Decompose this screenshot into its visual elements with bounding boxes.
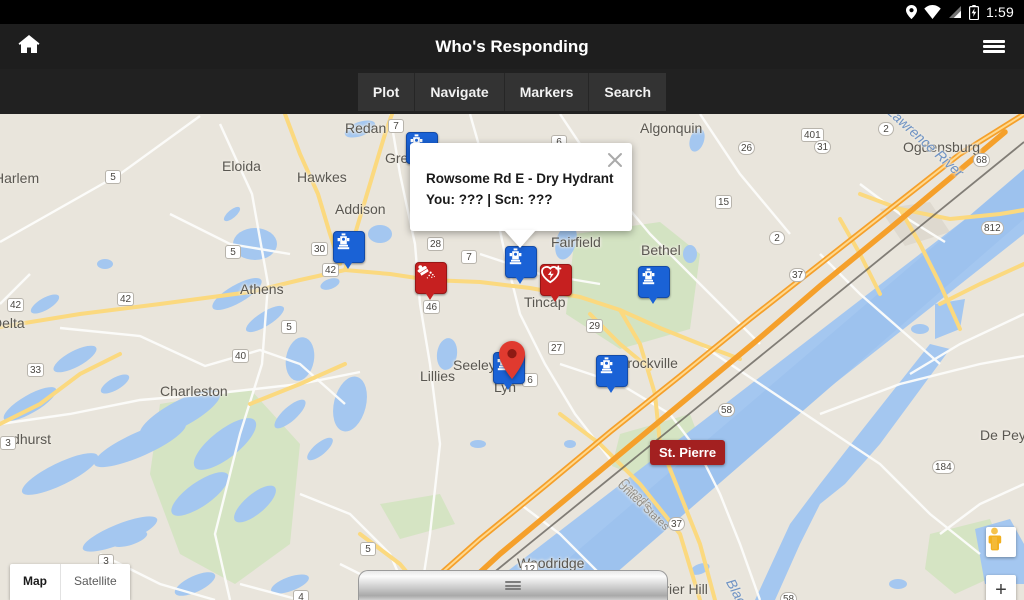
marker-tip [604,382,618,393]
status-bar: 1:59 [0,0,1024,24]
route-shield: 5 [360,542,376,556]
current-location-pin[interactable] [498,341,526,379]
action-bar: Who's Responding [0,24,1024,69]
route-shield: 46 [423,300,441,314]
route-shield: 15 [715,195,733,209]
tab-group: Plot Navigate Markers Search [357,72,667,111]
page-title: Who's Responding [435,36,589,56]
route-shield: 3 [0,436,16,450]
route-shield: 28 [427,237,445,251]
route-shield: 184 [932,460,955,474]
route-shield: 42 [117,292,135,306]
route-shield: 58 [718,403,736,417]
app-root: 1:59 Who's Responding Plot Navigate Mark… [0,0,1024,600]
wifi-icon [924,5,941,19]
location-pin-icon [905,5,917,19]
hamburger-menu-icon[interactable] [974,24,1014,69]
hydrant-marker-bethel[interactable] [637,266,670,306]
drag-handle[interactable] [358,570,668,600]
tab-navigate[interactable]: Navigate [415,72,505,111]
hydrant-marker-brockville[interactable] [595,355,628,395]
route-shield: 42 [7,298,25,312]
place-label-st-pierre[interactable]: St. Pierre [650,440,726,465]
route-shield: 812 [981,221,1004,235]
status-bar-clock: 1:59 [985,4,1014,20]
marker-info-window[interactable]: Rowsome Rd E - Dry Hydrant You: ??? | Sc… [410,143,632,248]
home-icon [18,34,40,59]
tab-search[interactable]: Search [589,72,667,111]
hydrant-marker-center[interactable] [504,246,537,286]
map-type-satellite[interactable]: Satellite [61,564,130,600]
aed-marker[interactable] [539,264,572,304]
route-shield: 5 [225,245,241,259]
hydrant-marker-addison[interactable] [332,231,365,271]
route-shield: 4 [293,590,309,600]
route-shield: 5 [281,320,297,334]
info-window-subtitle: You: ??? | Scn: ??? [426,192,553,207]
info-window-title: Rowsome Rd E - Dry Hydrant [426,171,614,186]
route-shield: 27 [548,341,566,355]
home-button[interactable] [8,24,50,69]
marker-tip [341,258,355,269]
route-shield: 37 [789,268,807,282]
tab-bar: Plot Navigate Markers Search [0,69,1024,114]
route-shield: 2 [878,122,894,136]
cell-signal-icon [948,5,962,19]
route-shield: 29 [586,319,604,333]
route-shield: 37 [668,517,686,531]
route-shield: 2 [769,231,785,245]
status-icons [905,4,979,20]
street-view-pegman-icon[interactable] [986,527,1016,557]
battery-charging-icon [968,4,979,20]
menu-bar-2 [983,45,1005,48]
route-shield: 68 [973,153,991,167]
drag-bar-1 [505,581,521,583]
route-shield: 33 [27,363,45,377]
route-shield: 30 [311,242,329,256]
map-canvas[interactable]: RedanAlgonquinHarlemEloidaHawkesOgdensbu… [0,114,1024,600]
map-type-map[interactable]: Map [10,564,60,600]
marker-tip [513,273,527,284]
route-shield: 7 [388,119,404,133]
drag-bar-3 [505,588,521,590]
marker-tip [501,379,515,390]
info-window-tail [504,230,536,248]
marker-tip [548,291,562,302]
fire-hose-marker[interactable] [414,262,447,302]
route-shield: 26 [738,141,756,155]
map-type-control[interactable]: Map Satellite [10,564,130,600]
zoom-control[interactable]: + [986,575,1016,600]
marker-tip [423,289,437,300]
route-shield: 58 [780,592,798,600]
drag-bar-2 [505,584,521,587]
route-shield: 7 [461,250,477,264]
route-shield: 31 [814,140,832,154]
route-shield: 40 [232,349,250,363]
menu-bar-3 [983,50,1005,53]
zoom-in-button[interactable]: + [986,575,1016,600]
menu-bar-1 [983,40,1005,43]
close-icon[interactable] [606,151,624,169]
tab-plot[interactable]: Plot [357,72,416,111]
marker-tip [646,293,660,304]
drag-handle-icon [505,580,521,592]
route-shield: 5 [105,170,121,184]
tab-markers[interactable]: Markers [504,72,590,111]
